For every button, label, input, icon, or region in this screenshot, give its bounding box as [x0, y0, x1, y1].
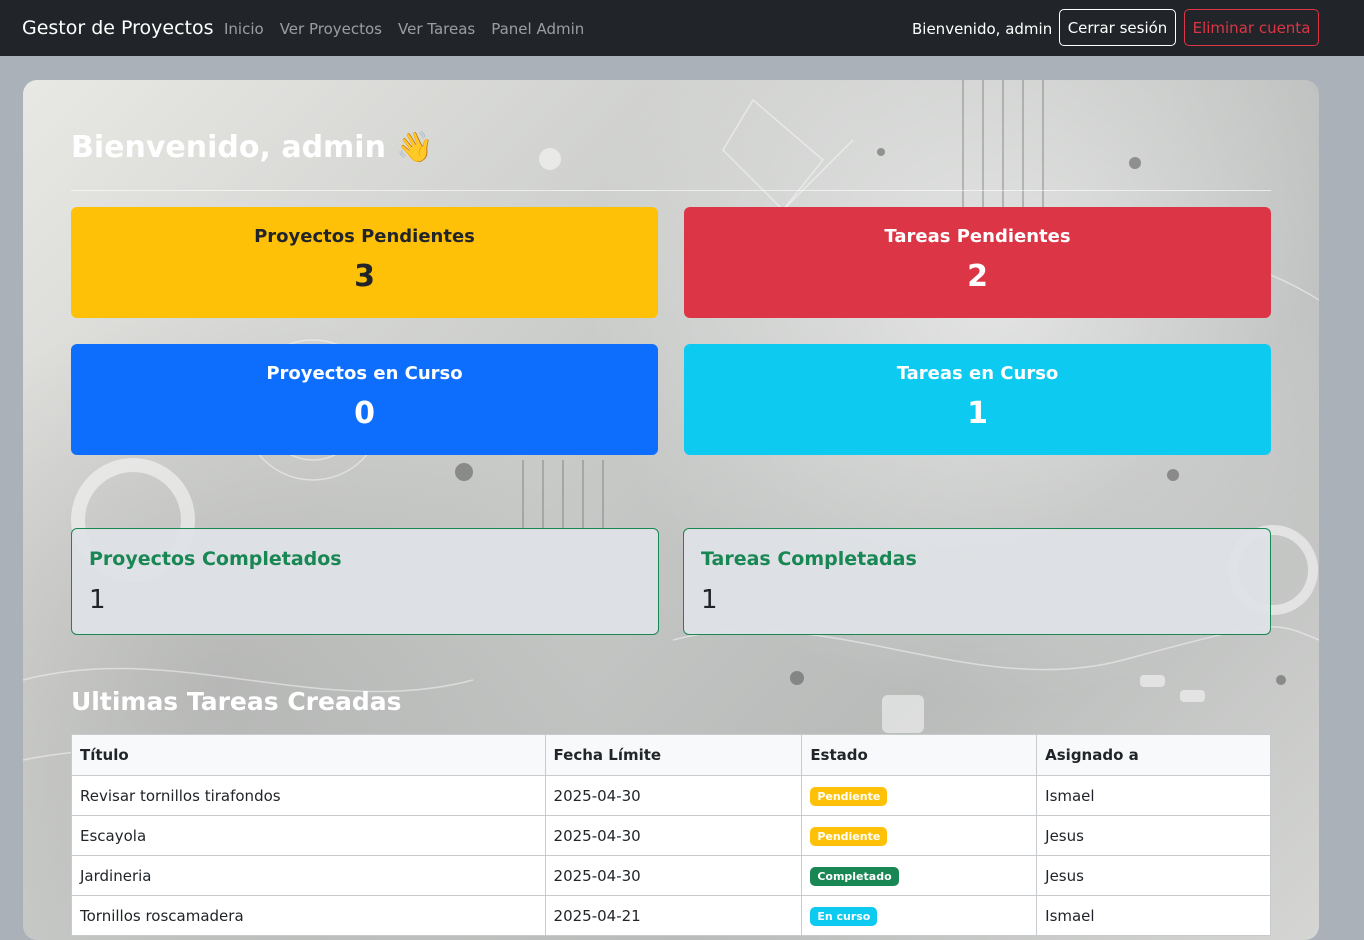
- table-row: Revisar tornillos tirafondos 2025-04-30 …: [71, 775, 1271, 816]
- task-title: Jardineria: [71, 855, 546, 896]
- task-date: 2025-04-30: [544, 855, 803, 896]
- navbar-welcome-text: Bienvenido, admin: [912, 20, 1053, 38]
- task-status-cell: En curso: [801, 895, 1038, 936]
- task-assignee: Ismael: [1036, 775, 1271, 816]
- nav-link-ver-proyectos[interactable]: Ver Proyectos: [280, 19, 382, 39]
- task-title: Escayola: [71, 815, 546, 856]
- task-status-cell: Completado: [801, 855, 1038, 896]
- stat-label: Tareas Pendientes: [884, 226, 1071, 247]
- stat-value: 1: [967, 396, 988, 431]
- column-header-asignado: Asignado a: [1036, 734, 1271, 776]
- task-date: 2025-04-30: [544, 775, 803, 816]
- task-status-cell: Pendiente: [801, 775, 1038, 816]
- completed-value: 1: [701, 585, 718, 615]
- navbar-brand[interactable]: Gestor de Proyectos: [22, 16, 214, 40]
- stat-value: 3: [354, 259, 375, 294]
- task-assignee: Ismael: [1036, 895, 1271, 936]
- nav-link-panel-admin[interactable]: Panel Admin: [491, 19, 584, 39]
- table-row: Jardineria 2025-04-30 Completado Jesus: [71, 855, 1271, 896]
- nav-link-inicio[interactable]: Inicio: [224, 19, 264, 39]
- nav-link-ver-tareas[interactable]: Ver Tareas: [398, 19, 475, 39]
- page-title: Bienvenido, admin 👋: [71, 130, 434, 165]
- recent-tasks-table: Título Fecha Límite Estado Asignado a Re…: [71, 734, 1271, 936]
- status-badge: Completado: [810, 866, 899, 886]
- task-assignee: Jesus: [1036, 815, 1271, 856]
- logout-button[interactable]: Cerrar sesión: [1059, 9, 1176, 46]
- dashboard-panel: Bienvenido, admin 👋 Proyectos Pendientes…: [23, 80, 1319, 940]
- completed-card-proyectos: Proyectos Completados 1: [71, 528, 659, 635]
- task-assignee: Jesus: [1036, 855, 1271, 896]
- stat-label: Proyectos Pendientes: [254, 226, 475, 247]
- status-badge: En curso: [810, 906, 878, 926]
- completed-value: 1: [89, 585, 106, 615]
- stat-value: 2: [967, 259, 988, 294]
- completed-card-tareas: Tareas Completadas 1: [683, 528, 1271, 635]
- stat-card-tareas-pendientes: Tareas Pendientes 2: [684, 207, 1271, 318]
- stat-card-proyectos-en-curso: Proyectos en Curso 0: [71, 344, 658, 455]
- stat-label: Tareas en Curso: [896, 363, 1059, 384]
- column-header-fecha-limite: Fecha Límite: [544, 734, 803, 776]
- table-row: Escayola 2025-04-30 Pendiente Jesus: [71, 815, 1271, 856]
- column-header-estado: Estado: [801, 734, 1038, 776]
- task-date: 2025-04-21: [544, 895, 803, 936]
- nav-links: Inicio Ver Proyectos Ver Tareas Panel Ad…: [224, 19, 584, 39]
- stat-card-tareas-en-curso: Tareas en Curso 1: [684, 344, 1271, 455]
- task-title: Tornillos roscamadera: [71, 895, 546, 936]
- table-header-row: Título Fecha Límite Estado Asignado a: [71, 734, 1271, 776]
- completed-label: Tareas Completadas: [701, 548, 917, 570]
- delete-account-button[interactable]: Eliminar cuenta: [1184, 9, 1319, 46]
- stat-card-proyectos-pendientes: Proyectos Pendientes 3: [71, 207, 658, 318]
- task-title: Revisar tornillos tirafondos: [71, 775, 546, 816]
- task-status-cell: Pendiente: [801, 815, 1038, 856]
- stat-label: Proyectos en Curso: [266, 363, 463, 384]
- column-header-titulo: Título: [71, 734, 546, 776]
- recent-tasks-title: Ultimas Tareas Creadas: [71, 687, 402, 716]
- navbar: Gestor de Proyectos Inicio Ver Proyectos…: [0, 0, 1364, 56]
- title-divider: [71, 190, 1271, 191]
- table-row: Tornillos roscamadera 2025-04-21 En curs…: [71, 895, 1271, 936]
- completed-label: Proyectos Completados: [89, 548, 342, 570]
- task-date: 2025-04-30: [544, 815, 803, 856]
- status-badge: Pendiente: [810, 826, 888, 846]
- status-badge: Pendiente: [810, 786, 888, 806]
- stat-value: 0: [354, 396, 375, 431]
